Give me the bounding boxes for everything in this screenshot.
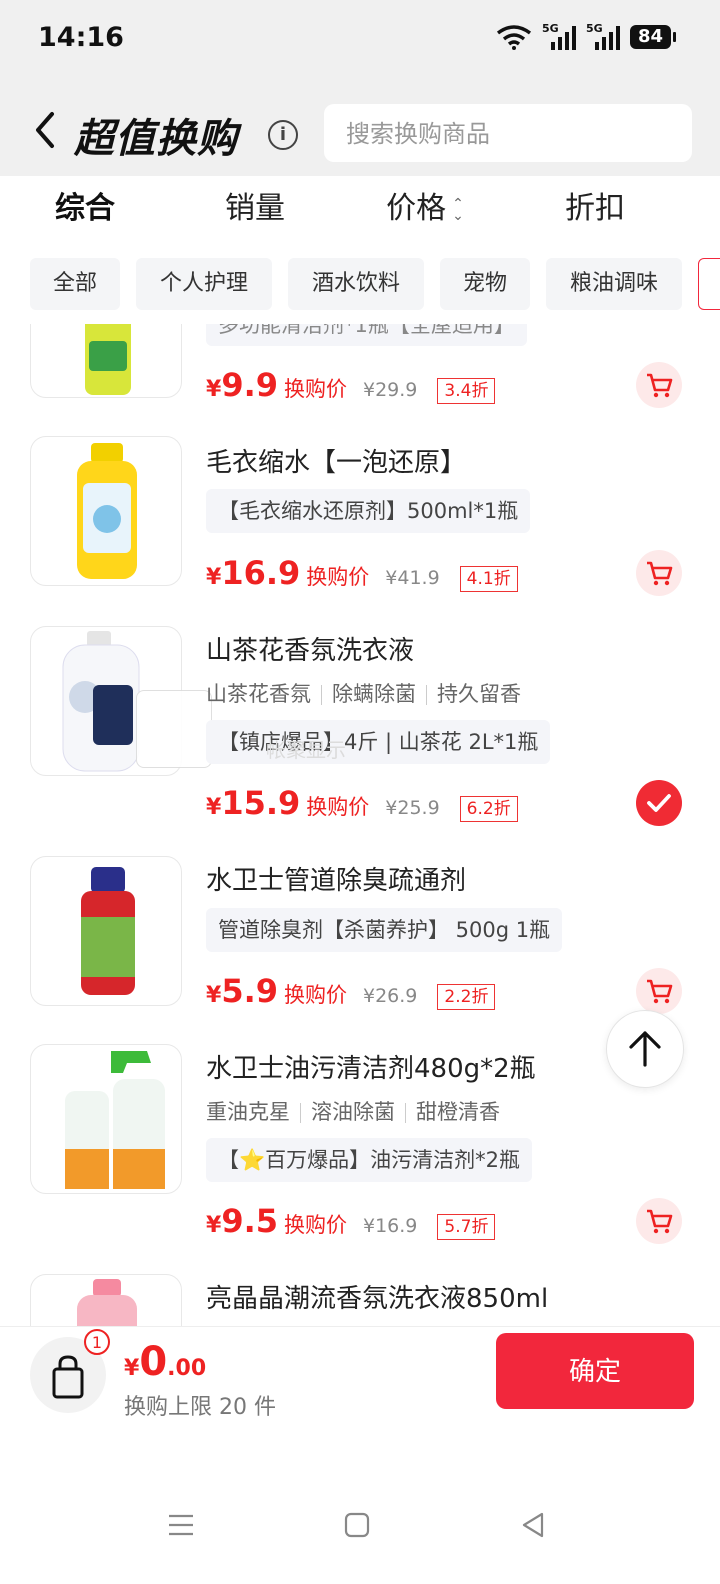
product-image[interactable] [30,324,182,398]
product-title: 水卫士管道除臭疏通剂 [206,866,467,896]
product-spec: 管道除臭剂【杀菌养护】 500g 1瓶 [206,908,563,952]
top-header: 超值换购 i [0,80,720,176]
product-title: 亮晶晶潮流香氛洗衣液850ml [206,1284,549,1314]
product-price: ¥9.9 换购价 ¥29.9 3.4折 [206,366,496,406]
status-bar: 14:16 5G 5G 84 [0,0,720,80]
product-title: 山茶花香氛洗衣液 [206,636,415,666]
cart-icon [647,1209,673,1234]
product-spec: 【镇店爆品】4斤 | 山茶花 2L*1瓶 [206,720,551,764]
category-bar: 全部 个人护理 酒水饮料 宠物 粮油调味 [0,246,720,324]
sort-caret-icon: ⌃ ⌄ [452,195,464,224]
product-image[interactable] [30,1274,182,1326]
cart-icon [647,373,673,398]
product-list[interactable]: 多功能清洁剂*1瓶【全屋适用】 ¥9.9 换购价 ¥29.9 3.4折 毛衣缩水… [0,324,720,1326]
category-chip-pets[interactable]: 宠物 [440,258,530,310]
product-spec: 【毛衣缩水还原剂】500ml*1瓶 [206,489,531,533]
add-to-cart-button[interactable] [636,968,682,1014]
status-time: 14:16 [38,22,124,53]
check-icon [647,794,671,812]
tab-sales[interactable]: 销量 [170,176,340,246]
search-input[interactable] [324,104,668,164]
back-nav-icon[interactable] [518,1510,548,1540]
status-icons: 5G 5G 84 [496,22,676,50]
product-tags: 山茶花香氛 除螨除菌 持久留香 [206,682,521,706]
signal-icon-2: 5G [586,22,620,50]
tab-discount[interactable]: 折扣 [510,176,680,246]
home-icon[interactable] [342,1510,372,1540]
product-tags: 重油克星 溶油除菌 甜橙清香 [206,1100,500,1124]
page-title: 超值换购 [74,116,238,162]
signal-icon-1: 5G [542,22,576,50]
menu-icon[interactable] [166,1510,196,1540]
selected-check-button[interactable] [636,780,682,826]
search-box[interactable] [324,104,692,164]
back-to-top-button[interactable] [606,1010,684,1088]
add-to-cart-button[interactable] [636,1198,682,1244]
product-image[interactable] [30,436,182,586]
category-chip-partial[interactable] [698,258,720,310]
battery-icon: 84 [629,25,676,49]
category-chip-drinks[interactable]: 酒水饮料 [288,258,424,310]
sort-tabs: 综合 销量 价格 ⌃ ⌄ 折扣 [0,176,720,246]
product-title: 水卫士油污清洁剂480g*2瓶 [206,1054,536,1084]
product-floating-preview [136,690,212,768]
back-icon[interactable] [30,110,60,150]
cart-count-badge: 1 [84,1329,110,1355]
arrow-up-icon [629,1031,661,1067]
product-title: 毛衣缩水【一泡还原】 [206,448,467,478]
watermark-text: 帐聚显示 [266,738,346,762]
tab-comprehensive[interactable]: 综合 [0,176,170,246]
tab-price[interactable]: 价格 ⌃ ⌄ [340,176,510,246]
exchange-limit-text: 换购上限 20 件 [124,1395,276,1420]
add-to-cart-button[interactable] [636,362,682,408]
bottom-checkout-bar: 1 ¥0.00 换购上限 20 件 确定 [0,1326,720,1477]
category-chip-grain-oil[interactable]: 粮油调味 [546,258,682,310]
total-price: ¥0.00 [124,1339,207,1385]
product-spec: 【⭐百万爆品】油污清洁剂*2瓶 [206,1138,533,1182]
confirm-button[interactable]: 确定 [496,1333,694,1409]
product-price: ¥16.9 换购价 ¥41.9 4.1折 [206,554,518,594]
cart-icon [647,561,673,586]
product-price: ¥5.9 换购价 ¥26.9 2.2折 [206,972,496,1012]
category-chip-personal-care[interactable]: 个人护理 [136,258,272,310]
product-image[interactable] [30,1044,182,1194]
wifi-icon [496,25,531,50]
category-chip-all[interactable]: 全部 [30,258,120,310]
product-price: ¥9.5 换购价 ¥16.9 5.7折 [206,1202,496,1242]
product-image[interactable] [30,856,182,1006]
product-spec: 多功能清洁剂*1瓶【全屋适用】 [206,324,527,346]
battery-level: 84 [629,25,671,49]
info-icon[interactable]: i [268,120,298,150]
add-to-cart-button[interactable] [636,550,682,596]
product-price: ¥15.9 换购价 ¥25.9 6.2折 [206,784,518,824]
cart-icon [647,979,673,1004]
system-nav-bar [0,1476,720,1584]
